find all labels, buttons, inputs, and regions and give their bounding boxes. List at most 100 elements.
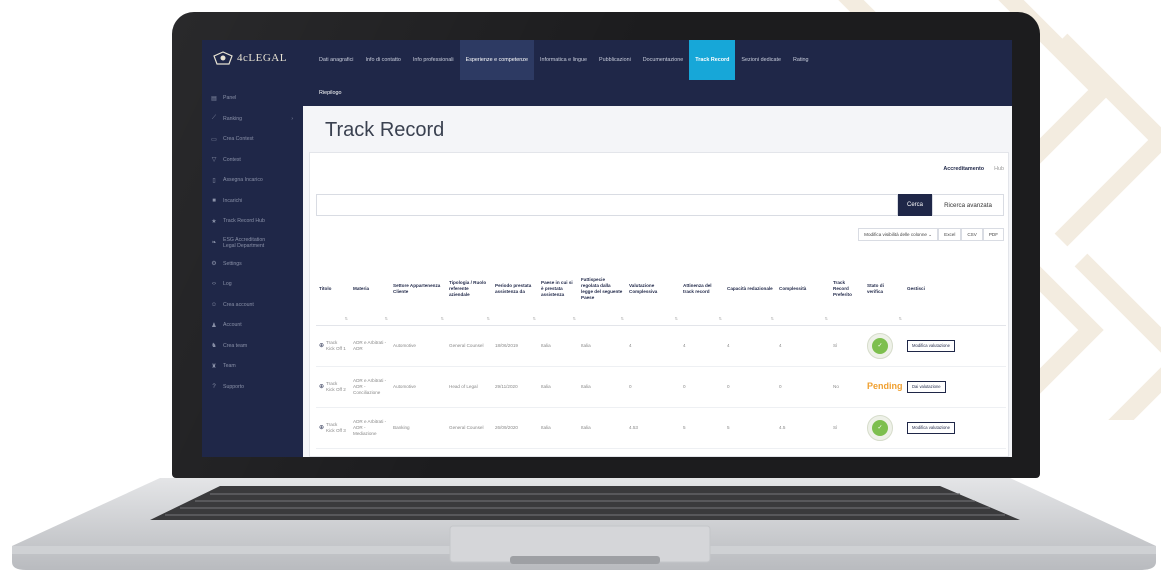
logo-text: 4cLEGAL	[237, 52, 287, 64]
tab-info-professionali[interactable]: Info professionali	[407, 40, 460, 80]
logo-emblem-icon	[213, 51, 233, 65]
sidebar-item-label: Ranking	[223, 115, 243, 122]
sort-icon: ⇅	[344, 315, 348, 321]
search-button[interactable]: Cerca	[898, 194, 932, 216]
tab-info-contatto[interactable]: Info di contatto	[359, 40, 406, 80]
table-row: ⊕ Track Kick Off 2 ADR e Arbitrati - ADR …	[316, 366, 1006, 408]
tab-dati-anagrafici[interactable]: Dati anagrafici	[313, 40, 359, 80]
column-header[interactable]: Titolo ⇅	[316, 253, 350, 326]
cell-paese: Italia	[538, 407, 578, 449]
sidebar-item-crea-team[interactable]: ♞ Crea team	[202, 336, 303, 357]
cell-materia: ADR e Arbitrati - ADR - Mediazione	[350, 407, 390, 449]
export-csv-button[interactable]: CSV	[961, 228, 983, 241]
tab-rating[interactable]: Rating	[787, 40, 815, 80]
sidebar-item-settings[interactable]: ⚙ Settings	[202, 254, 303, 275]
sidebar-item-ranking[interactable]: ⟋ Ranking ›	[202, 109, 303, 130]
sidebar-item-track-record-hub[interactable]: ★ Track Record Hub	[202, 211, 303, 232]
cell-materia: ADR e Arbitrati - ADR - Conciliazione	[350, 366, 390, 408]
sidebar-item-account[interactable]: ♟ Account	[202, 315, 303, 336]
advanced-search-button[interactable]: Ricerca avanzata	[932, 194, 1004, 216]
sidebar-item-contest[interactable]: ▽ Contest	[202, 150, 303, 171]
table-row: ⊕ Track Kick Off 3 ADR e Arbitrati - ADR …	[316, 407, 1006, 449]
sort-icon: ⇅	[898, 315, 902, 321]
sidebar-item-esg-accreditation[interactable]: ❧ ESG Accreditation Legal Department	[202, 232, 303, 254]
give-rating-button[interactable]: Dai valutazione	[907, 380, 946, 393]
toggle-hub[interactable]: Hub	[994, 166, 1004, 172]
cell-titolo[interactable]: ⊕ Track Kick Off 3	[316, 407, 350, 449]
team-plus-icon: ♞	[211, 343, 217, 350]
trophy-icon: ▽	[211, 157, 217, 164]
search-input[interactable]	[316, 194, 898, 216]
tab-esperienze-competenze[interactable]: Esperienze e competenze	[459, 40, 534, 80]
track-title: Track Kick Off 1	[326, 339, 346, 351]
export-pdf-button[interactable]: PDF	[982, 228, 1004, 241]
cell-settore: Automotive	[390, 366, 446, 408]
sidebar-item-crea-account[interactable]: ☺ Crea account	[202, 295, 303, 316]
sort-icon: ⇅	[824, 315, 828, 321]
cell-titolo[interactable]: ⊕ Track Kick Off 1	[316, 325, 350, 367]
cell-ruolo: General Counsel	[446, 407, 492, 449]
modify-rating-button[interactable]: Modifica valutazione	[907, 339, 955, 352]
toggle-accreditamento[interactable]: Accreditamento	[943, 166, 984, 172]
column-header[interactable]: Periodo prestata assistenza da ⇅	[492, 253, 538, 326]
chevron-down-icon: ⌄	[928, 231, 933, 237]
cell-settore: Banking	[390, 407, 446, 449]
column-header-label: Capacità redazionale	[727, 285, 773, 291]
column-header[interactable]: Attinenza del track record ⇅	[680, 253, 724, 326]
view-icon[interactable]: ⊕	[319, 425, 324, 431]
sidebar-menu: ▤ Panel ⟋ Ranking › ▭ Crea Contest ▽ Contest …	[202, 88, 303, 397]
sidebar-item-assegna-incarico[interactable]: ▯ Assegna Incarico	[202, 170, 303, 191]
column-header[interactable]: Stato di verifica ⇅	[864, 253, 904, 326]
sort-icon: ⇅	[532, 315, 536, 321]
export-excel-button[interactable]: Excel	[938, 228, 962, 241]
column-header[interactable]: Complessità ⇅	[776, 253, 830, 326]
tab-riepilogo[interactable]: Riepilogo	[303, 80, 1012, 106]
sidebar-item-incarichi[interactable]: ■ Incarichi	[202, 191, 303, 212]
cell-complessita: 4.5	[776, 407, 830, 449]
column-header[interactable]: Paese in cui si è prestata assistenza ⇅	[538, 253, 578, 326]
sidebar-item-log[interactable]: ‹› Log	[202, 274, 303, 295]
page-title: Track Record	[325, 119, 445, 141]
sidebar-item-label: Team	[223, 363, 236, 370]
tab-sezioni-dedicate[interactable]: Sezioni dedicate	[735, 40, 787, 80]
cell-capacita: 4	[724, 325, 776, 367]
tab-track-record[interactable]: Track Record	[689, 40, 736, 80]
sidebar-item-supporto[interactable]: ? Supporto	[202, 377, 303, 398]
column-header[interactable]: Tipologia / Ruolo referente aziendale ⇅	[446, 253, 492, 326]
column-header[interactable]: Capacità redazionale ⇅	[724, 253, 776, 326]
sort-icon: ⇅	[770, 315, 774, 321]
cell-stato: ✓	[864, 407, 904, 449]
tab-documentazione[interactable]: Documentazione	[637, 40, 689, 80]
sidebar-item-label: Settings	[223, 260, 242, 267]
monitor-icon: ▭	[211, 136, 217, 143]
code-icon: ‹›	[212, 281, 216, 288]
view-icon[interactable]: ⊕	[319, 343, 324, 349]
column-header[interactable]: Settore Appartenenza Cliente ⇅	[390, 253, 446, 326]
cell-valutazione: 0	[626, 366, 680, 408]
sidebar-item-label: Contest	[223, 156, 241, 163]
cell-complessita: 0	[776, 366, 830, 408]
column-header-label: Valutazione Complessiva	[629, 282, 658, 294]
column-header[interactable]: Materia ⇅	[350, 253, 390, 326]
cell-periodo: 18/06/2019	[492, 325, 538, 367]
modify-rating-button[interactable]: Modifica valutazione	[907, 421, 955, 434]
sidebar-item-team[interactable]: ♜ Team	[202, 356, 303, 377]
column-header-label: Fattispecie regolata dalla legge del seg…	[581, 276, 623, 300]
column-header[interactable]: Fattispecie regolata dalla legge del seg…	[578, 253, 626, 326]
cell-legge: Italia	[578, 325, 626, 367]
folder-icon: ■	[212, 197, 216, 204]
logo[interactable]: 4cLEGAL	[202, 40, 303, 76]
column-header: Gestisci	[904, 253, 1006, 326]
view-icon[interactable]: ⊕	[319, 384, 324, 390]
cell-periodo: 26/09/2020	[492, 407, 538, 449]
column-visibility-button[interactable]: Modifica visibilità delle colonne ⌄	[858, 228, 939, 241]
cell-legge: Italia	[578, 366, 626, 408]
sidebar-item-label: Panel	[223, 95, 237, 102]
sidebar-item-panel[interactable]: ▤ Panel	[202, 88, 303, 109]
sidebar-item-crea-contest[interactable]: ▭ Crea Contest	[202, 129, 303, 150]
column-header[interactable]: Valutazione Complessiva ⇅	[626, 253, 680, 326]
tab-informatica-lingue[interactable]: Informatica e lingue	[534, 40, 593, 80]
tab-pubblicazioni[interactable]: Pubblicazioni	[593, 40, 637, 80]
column-header[interactable]: Track Record Preferito	[830, 253, 864, 326]
cell-titolo[interactable]: ⊕ Track Kick Off 2	[316, 366, 350, 408]
